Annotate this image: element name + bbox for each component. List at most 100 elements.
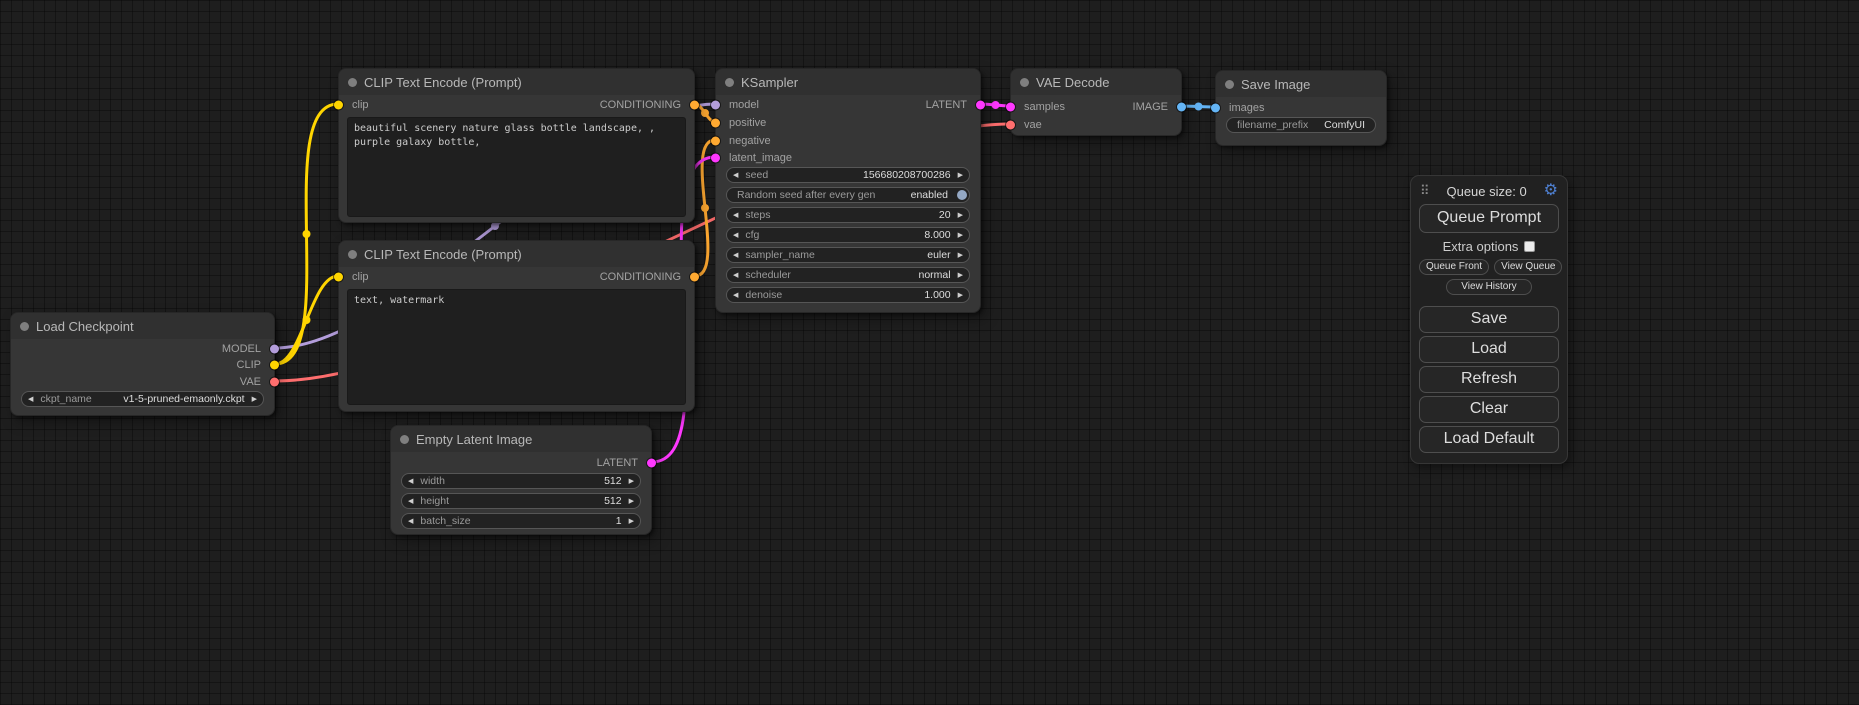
decrement-arrow-icon[interactable]: ◀ bbox=[28, 396, 33, 403]
drag-handle-icon[interactable]: ⠿ bbox=[1420, 183, 1430, 199]
node-title-bar[interactable]: CLIP Text Encode (Prompt) bbox=[339, 241, 694, 267]
view-history-button[interactable]: View History bbox=[1446, 279, 1531, 295]
node-status-dot[interactable] bbox=[1020, 78, 1029, 87]
widget-label: sampler_name bbox=[745, 249, 927, 261]
node-status-dot[interactable] bbox=[1225, 80, 1234, 89]
images-input-dot[interactable] bbox=[1211, 104, 1220, 113]
decrement-arrow-icon[interactable]: ◀ bbox=[408, 498, 413, 505]
seed-widget[interactable]: ◀ seed 156680208700286 ▶ bbox=[726, 167, 970, 183]
increment-arrow-icon[interactable]: ▶ bbox=[958, 252, 963, 259]
decrement-arrow-icon[interactable]: ◀ bbox=[733, 172, 738, 179]
latent-image-input-dot[interactable] bbox=[711, 154, 720, 163]
slot-label: images bbox=[1229, 102, 1264, 114]
node-status-dot[interactable] bbox=[348, 78, 357, 87]
queue-prompt-button[interactable]: Queue Prompt bbox=[1419, 204, 1559, 233]
decrement-arrow-icon[interactable]: ◀ bbox=[733, 272, 738, 279]
increment-arrow-icon[interactable]: ▶ bbox=[958, 232, 963, 239]
vae-input-dot[interactable] bbox=[1006, 121, 1015, 130]
clip-output-dot[interactable] bbox=[270, 361, 279, 370]
node-title-bar[interactable]: KSampler bbox=[716, 69, 980, 95]
node-status-dot[interactable] bbox=[725, 78, 734, 87]
node-status-dot[interactable] bbox=[400, 435, 409, 444]
model-output-dot[interactable] bbox=[270, 345, 279, 354]
latent-output-dot[interactable] bbox=[647, 459, 656, 468]
vae-output-dot[interactable] bbox=[270, 378, 279, 387]
save-button[interactable]: Save bbox=[1419, 306, 1559, 333]
increment-arrow-icon[interactable]: ▶ bbox=[629, 498, 634, 505]
prompt-textarea[interactable]: beautiful scenery nature glass bottle la… bbox=[347, 117, 686, 217]
refresh-button[interactable]: Refresh bbox=[1419, 366, 1559, 393]
image-output-dot[interactable] bbox=[1177, 103, 1186, 112]
node-clip-text-encode-negative[interactable]: CLIP Text Encode (Prompt) clip CONDITION… bbox=[338, 240, 695, 412]
height-widget[interactable]: ◀ height 512 ▶ bbox=[401, 493, 641, 509]
decrement-arrow-icon[interactable]: ◀ bbox=[733, 252, 738, 259]
input-slot-samples: samples bbox=[1011, 99, 1065, 115]
increment-arrow-icon[interactable]: ▶ bbox=[252, 396, 257, 403]
decrement-arrow-icon[interactable]: ◀ bbox=[733, 232, 738, 239]
widget-value: enabled bbox=[911, 189, 948, 201]
node-title-bar[interactable]: CLIP Text Encode (Prompt) bbox=[339, 69, 694, 95]
decrement-arrow-icon[interactable]: ◀ bbox=[408, 478, 413, 485]
ckpt-name-widget[interactable]: ◀ ckpt_name v1-5-pruned-emaonly.ckpt ▶ bbox=[21, 391, 264, 407]
model-input-dot[interactable] bbox=[711, 101, 720, 110]
node-ksampler[interactable]: KSampler model positive negative latent_… bbox=[715, 68, 981, 313]
slot-label: model bbox=[729, 99, 759, 111]
load-button[interactable]: Load bbox=[1419, 336, 1559, 363]
wire-conditioning-negative-dot bbox=[701, 204, 709, 212]
steps-widget[interactable]: ◀ steps 20 ▶ bbox=[726, 207, 970, 223]
decrement-arrow-icon[interactable]: ◀ bbox=[408, 518, 413, 525]
positive-input-dot[interactable] bbox=[711, 119, 720, 128]
node-vae-decode[interactable]: VAE Decode samples vae IMAGE bbox=[1010, 68, 1182, 136]
latent-output-dot[interactable] bbox=[976, 101, 985, 110]
output-slot-vae: VAE bbox=[240, 374, 274, 390]
clear-button[interactable]: Clear bbox=[1419, 396, 1559, 423]
clip-input-dot[interactable] bbox=[334, 273, 343, 282]
increment-arrow-icon[interactable]: ▶ bbox=[958, 292, 963, 299]
settings-gear-icon[interactable]: ⚙ bbox=[1544, 183, 1558, 199]
slot-label: LATENT bbox=[926, 99, 967, 111]
width-widget[interactable]: ◀ width 512 ▶ bbox=[401, 473, 641, 489]
decrement-arrow-icon[interactable]: ◀ bbox=[733, 292, 738, 299]
random-seed-widget[interactable]: Random seed after every gen enabled bbox=[726, 187, 970, 203]
sampler-name-widget[interactable]: ◀ sampler_name euler ▶ bbox=[726, 247, 970, 263]
wire-clip-to-negative-dot bbox=[303, 316, 311, 324]
node-title-bar[interactable]: Load Checkpoint bbox=[11, 313, 274, 339]
increment-arrow-icon[interactable]: ▶ bbox=[958, 272, 963, 279]
view-queue-button[interactable]: View Queue bbox=[1494, 259, 1562, 275]
node-title-bar[interactable]: Save Image bbox=[1216, 71, 1386, 97]
batch-size-widget[interactable]: ◀ batch_size 1 ▶ bbox=[401, 513, 641, 529]
node-status-dot[interactable] bbox=[348, 250, 357, 259]
input-slot-negative: negative bbox=[716, 133, 771, 149]
node-title-bar[interactable]: Empty Latent Image bbox=[391, 426, 651, 452]
queue-menu-panel[interactable]: ⠿ Queue size: 0 ⚙ Queue Prompt Extra opt… bbox=[1410, 175, 1568, 464]
queue-front-button[interactable]: Queue Front bbox=[1419, 259, 1489, 275]
node-title-bar[interactable]: VAE Decode bbox=[1011, 69, 1181, 95]
node-load-checkpoint[interactable]: Load Checkpoint MODEL CLIP VAE ◀ ckpt_na… bbox=[10, 312, 275, 416]
load-default-button[interactable]: Load Default bbox=[1419, 426, 1559, 453]
random-seed-toggle-dot[interactable] bbox=[957, 190, 967, 200]
slot-label: CONDITIONING bbox=[600, 271, 681, 283]
prompt-textarea[interactable]: text, watermark bbox=[347, 289, 686, 405]
node-graph-canvas[interactable]: Load Checkpoint MODEL CLIP VAE ◀ ckpt_na… bbox=[0, 0, 1859, 705]
increment-arrow-icon[interactable]: ▶ bbox=[629, 518, 634, 525]
node-empty-latent-image[interactable]: Empty Latent Image LATENT ◀ width 512 ▶ … bbox=[390, 425, 652, 535]
filename-prefix-widget[interactable]: filename_prefix ComfyUI bbox=[1226, 117, 1376, 133]
decrement-arrow-icon[interactable]: ◀ bbox=[733, 212, 738, 219]
denoise-widget[interactable]: ◀ denoise 1.000 ▶ bbox=[726, 287, 970, 303]
node-clip-text-encode-positive[interactable]: CLIP Text Encode (Prompt) clip CONDITION… bbox=[338, 68, 695, 223]
increment-arrow-icon[interactable]: ▶ bbox=[958, 212, 963, 219]
negative-input-dot[interactable] bbox=[711, 137, 720, 146]
clip-input-dot[interactable] bbox=[334, 101, 343, 110]
samples-input-dot[interactable] bbox=[1006, 103, 1015, 112]
node-save-image[interactable]: Save Image images filename_prefix ComfyU… bbox=[1215, 70, 1387, 146]
node-status-dot[interactable] bbox=[20, 322, 29, 331]
conditioning-output-dot[interactable] bbox=[690, 273, 699, 282]
scheduler-widget[interactable]: ◀ scheduler normal ▶ bbox=[726, 267, 970, 283]
conditioning-output-dot[interactable] bbox=[690, 101, 699, 110]
slot-label: vae bbox=[1024, 119, 1042, 131]
increment-arrow-icon[interactable]: ▶ bbox=[629, 478, 634, 485]
slot-label: IMAGE bbox=[1133, 101, 1168, 113]
extra-options-checkbox[interactable] bbox=[1524, 241, 1535, 252]
increment-arrow-icon[interactable]: ▶ bbox=[958, 172, 963, 179]
cfg-widget[interactable]: ◀ cfg 8.000 ▶ bbox=[726, 227, 970, 243]
